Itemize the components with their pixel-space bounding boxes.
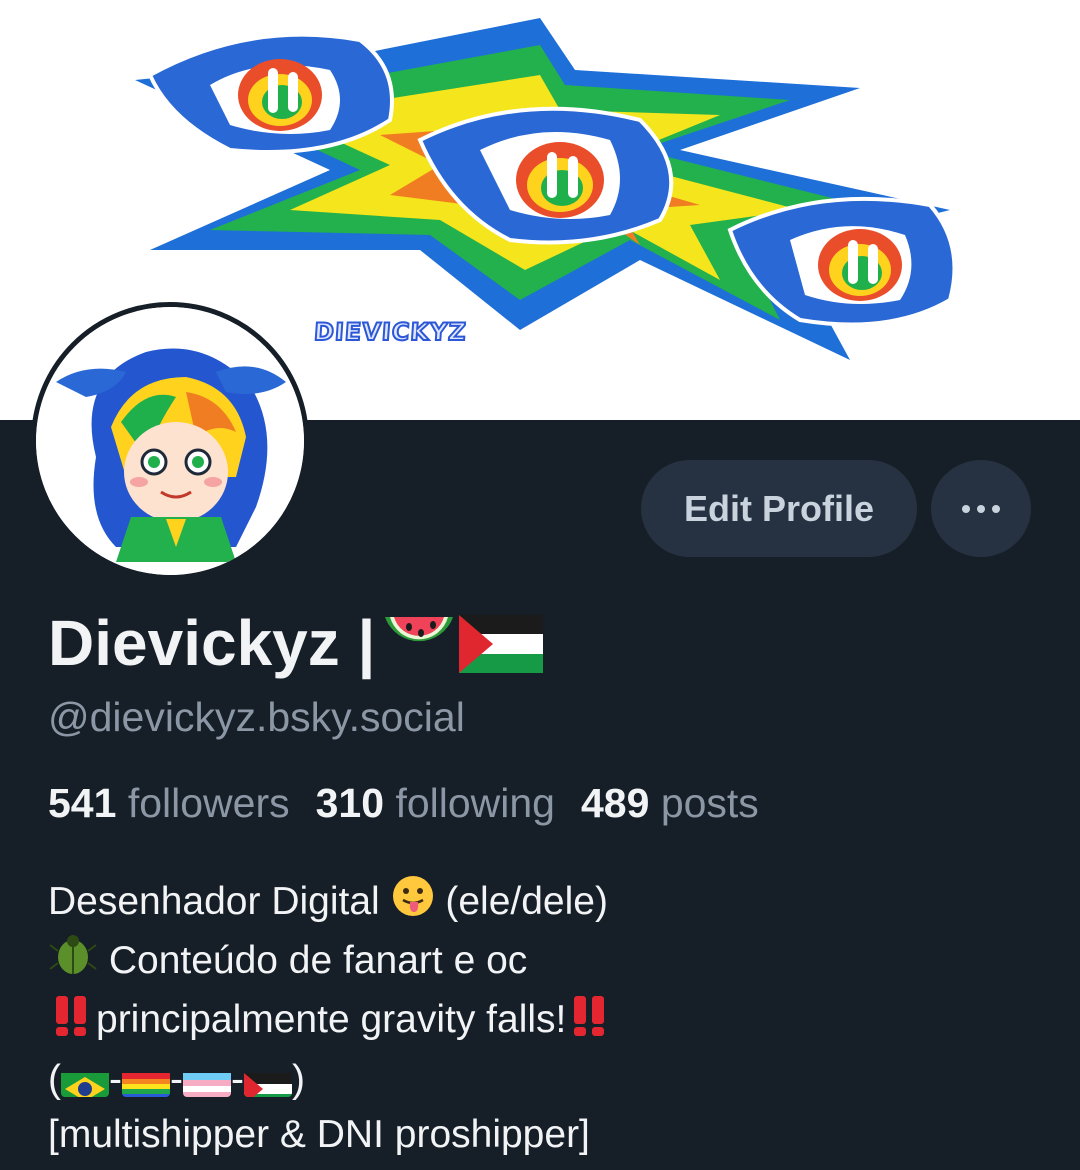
beetle-icon	[48, 933, 98, 992]
more-horizontal-icon	[962, 504, 1000, 513]
profile-stats: 541 followers 310 following 489 posts	[48, 780, 759, 827]
rainbow-flag-icon	[122, 1065, 170, 1098]
posts-stat: 489 posts	[580, 780, 759, 826]
display-name-text: Dievickyz |	[48, 607, 376, 679]
transgender-flag-icon	[183, 1065, 231, 1098]
bio-line-5: [multishipper & DNI proshipper]	[48, 1112, 590, 1156]
tongue-out-emoji-icon	[391, 874, 435, 933]
profile-avatar[interactable]	[31, 302, 309, 580]
watermelon-icon	[379, 606, 459, 680]
double-exclamation-icon	[566, 993, 614, 1052]
bio-line-2: Conteúdo de fanart e oc	[48, 933, 614, 992]
palestine-flag-icon	[459, 614, 544, 673]
profile-bio: Desenhador Digital (ele/dele) Conteúdo d…	[48, 874, 614, 1162]
edit-profile-button[interactable]: Edit Profile	[641, 460, 917, 557]
bio-line-4: ( - - - )	[48, 1052, 614, 1107]
palestine-flag-icon	[244, 1065, 292, 1098]
brazil-flag-icon	[61, 1065, 109, 1098]
following-stat[interactable]: 310 following	[316, 780, 555, 826]
profile-handle: @dievickyz.bsky.social	[48, 694, 465, 740]
bio-line-3: principalmente gravity falls!	[48, 992, 614, 1051]
display-name: Dievickyz |	[48, 606, 544, 680]
banner-wordmark: DIEVICKYZ	[312, 317, 469, 347]
bio-line-1: Desenhador Digital (ele/dele)	[48, 874, 614, 933]
avatar-artwork	[36, 307, 304, 575]
more-options-button[interactable]	[931, 460, 1031, 557]
double-exclamation-icon	[48, 993, 96, 1052]
followers-stat[interactable]: 541 followers	[48, 780, 290, 826]
